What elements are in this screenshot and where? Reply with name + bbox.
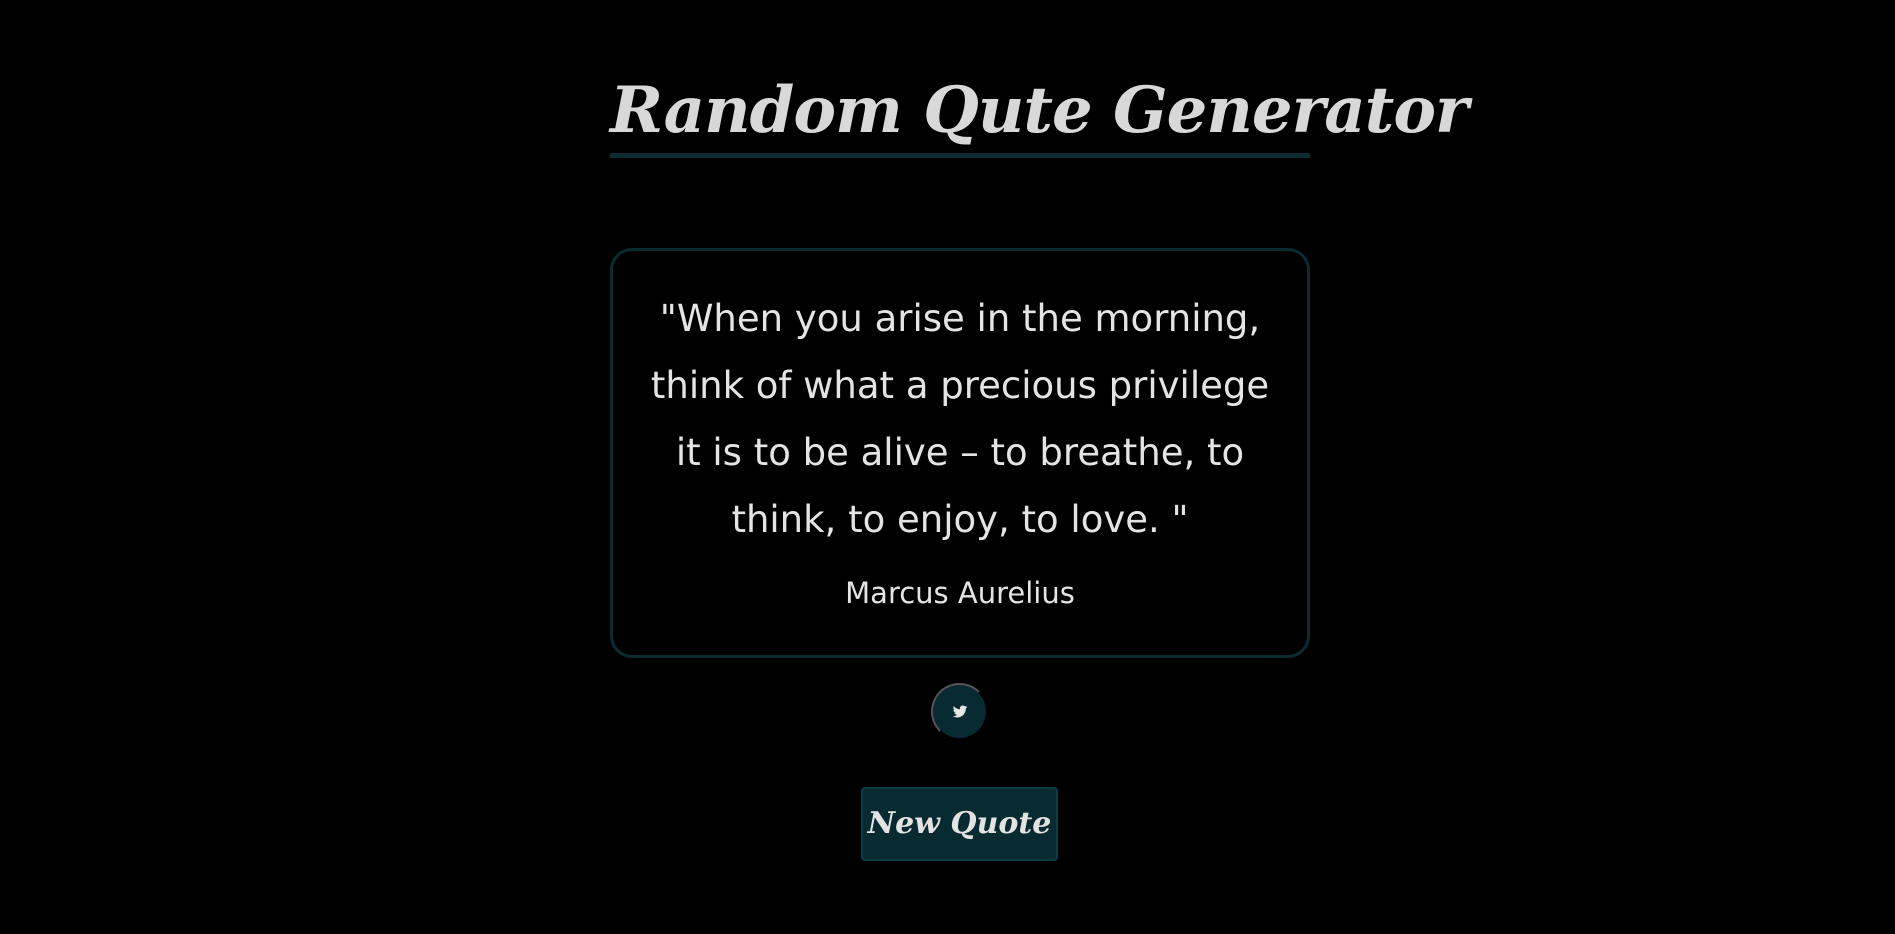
new-quote-button[interactable]: New Quote <box>861 787 1058 861</box>
quote-text: "When you arise in the morning, think of… <box>650 297 1270 541</box>
page: Random Qute Generator "When you arise in… <box>0 0 1895 934</box>
tweet-button[interactable] <box>931 683 988 740</box>
quote-card: "When you arise in the morning, think of… <box>610 248 1310 658</box>
header: Random Qute Generator <box>610 70 1469 158</box>
page-title: Random Qute Generator <box>610 73 1469 148</box>
quote-author: Marcus Aurelius <box>845 576 1075 610</box>
twitter-icon <box>952 705 968 719</box>
